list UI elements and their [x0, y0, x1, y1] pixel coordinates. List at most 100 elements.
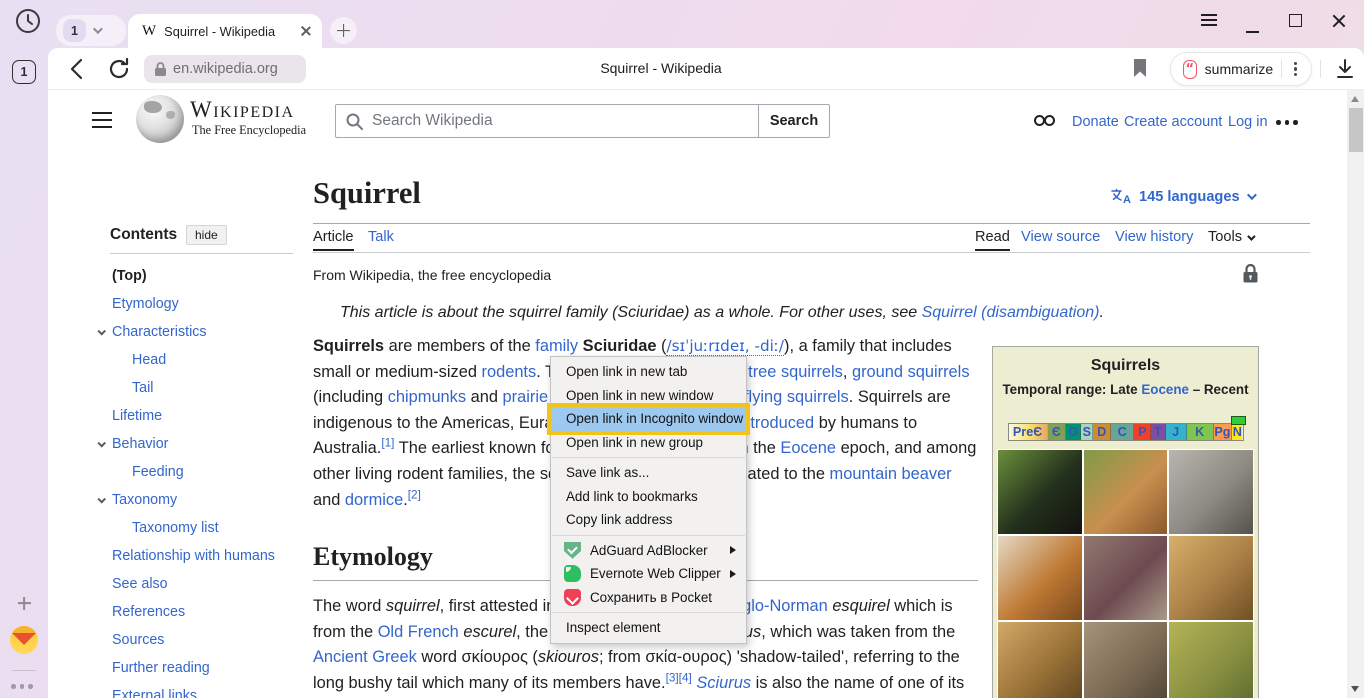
- active-tab[interactable]: W Squirrel - Wikipedia: [128, 14, 322, 48]
- photo-golden-ground-squirrel[interactable]: [1169, 536, 1253, 620]
- timeline-permian[interactable]: P: [1134, 424, 1151, 440]
- photo-marmots[interactable]: [1084, 622, 1168, 698]
- toc-item-head[interactable]: Head: [90, 346, 320, 374]
- tab-read[interactable]: Read: [975, 229, 1010, 245]
- toc-item-see-also[interactable]: See also: [90, 570, 320, 598]
- tab-tools[interactable]: Tools: [1208, 229, 1253, 245]
- site-subtitle: From Wikipedia, the free encyclopedia: [313, 267, 551, 283]
- wiki-menu-icon[interactable]: [92, 112, 112, 133]
- timeline-neogene[interactable]: N: [1232, 424, 1242, 440]
- timeline-precambrian[interactable]: PreЄ: [1009, 424, 1048, 440]
- toc-item-references[interactable]: References: [90, 598, 320, 626]
- photo-ground-squirrel[interactable]: [1084, 536, 1168, 620]
- timeline-triassic[interactable]: T: [1151, 424, 1165, 440]
- photo-standing-ground-squirrels[interactable]: [998, 622, 1082, 698]
- toc-item-top[interactable]: (Top): [90, 262, 320, 290]
- menu-item-open-new-window[interactable]: Open link in new window: [551, 384, 746, 408]
- chevron-down-icon: [1247, 229, 1253, 245]
- donate-link[interactable]: Donate: [1072, 114, 1119, 130]
- yandex-mail-icon[interactable]: [10, 626, 38, 654]
- rail-tab-count-badge[interactable]: 1: [12, 60, 36, 84]
- toc-item-characteristics[interactable]: Characteristics: [90, 318, 320, 346]
- tab-close-icon[interactable]: [300, 25, 312, 37]
- toc-item-further-reading[interactable]: Further reading: [90, 654, 320, 682]
- toc-item-relationship-with-humans[interactable]: Relationship with humans: [90, 542, 320, 570]
- summarize-chip[interactable]: “ summarize: [1170, 52, 1312, 86]
- header-more-icon[interactable]: [1276, 120, 1298, 125]
- menu-item-save-link-as[interactable]: Save link as...: [551, 461, 746, 485]
- photo-chipmunk[interactable]: [1084, 450, 1168, 534]
- menu-item-open-new-group[interactable]: Open link in new group: [551, 431, 746, 455]
- menu-item-add-link-to-bookmarks[interactable]: Add link to bookmarks: [551, 485, 746, 509]
- menu-item-open-new-tab[interactable]: Open link in new tab: [551, 360, 746, 384]
- toc-hide-button[interactable]: hide: [186, 225, 227, 245]
- search-input[interactable]: [335, 104, 758, 138]
- rail-more-icon[interactable]: [11, 684, 33, 689]
- close-window-button[interactable]: [1331, 11, 1347, 29]
- page-protection-lock-icon[interactable]: [1242, 263, 1259, 284]
- timeline-devonian[interactable]: D: [1093, 424, 1111, 440]
- log-in-link[interactable]: Log in: [1228, 114, 1268, 130]
- chevron-down-icon[interactable]: [93, 24, 103, 34]
- create-account-link[interactable]: Create account: [1124, 114, 1222, 130]
- menu-item-adguard[interactable]: AdGuard AdBlocker: [551, 539, 746, 563]
- url-bar[interactable]: en.wikipedia.org: [144, 55, 306, 83]
- timeline-jurassic[interactable]: J: [1166, 424, 1187, 440]
- tab-view-history[interactable]: View history: [1115, 229, 1193, 245]
- summarize-label: summarize: [1205, 61, 1273, 77]
- tab-talk[interactable]: Talk: [368, 229, 394, 245]
- timeline-cambrian[interactable]: Є: [1048, 424, 1066, 440]
- toc-item-feeding[interactable]: Feeding: [90, 458, 320, 486]
- timeline-paleogene[interactable]: Pg: [1214, 424, 1232, 440]
- scroll-down-icon[interactable]: [1351, 686, 1359, 692]
- back-icon[interactable]: [64, 56, 90, 82]
- timeline-silurian[interactable]: S: [1081, 424, 1093, 440]
- toc-item-tail[interactable]: Tail: [90, 374, 320, 402]
- toc-title: Contents: [110, 226, 177, 244]
- menu-item-evernote-clipper[interactable]: Evernote Web Clipper: [551, 562, 746, 586]
- new-tab-button[interactable]: [330, 17, 357, 44]
- timeline-carboniferous[interactable]: C: [1111, 424, 1134, 440]
- wikipedia-globe-logo[interactable]: [136, 95, 184, 143]
- download-icon[interactable]: [1334, 57, 1356, 81]
- tab-article[interactable]: Article: [313, 229, 354, 245]
- toc-item-sources[interactable]: Sources: [90, 626, 320, 654]
- bookmark-icon[interactable]: [1131, 57, 1151, 79]
- photo-gray-squirrel[interactable]: [1169, 450, 1253, 534]
- toc-item-etymology[interactable]: Etymology: [90, 290, 320, 318]
- toc-item-lifetime[interactable]: Lifetime: [90, 402, 320, 430]
- browser-menu-icon[interactable]: [1201, 11, 1217, 29]
- history-clock-icon[interactable]: [14, 7, 42, 35]
- rail-add-button[interactable]: [11, 590, 37, 616]
- chevron-down-icon[interactable]: [90, 497, 112, 503]
- toc-item-taxonomy[interactable]: Taxonomy: [90, 486, 320, 514]
- photo-prairie-dogs[interactable]: [1169, 622, 1253, 698]
- toc-item-behavior[interactable]: Behavior: [90, 430, 320, 458]
- menu-item-open-incognito-window[interactable]: Open link in Incognito window: [551, 407, 746, 431]
- table-of-contents: (Top) Etymology Characteristics Head Tai…: [90, 262, 320, 698]
- appearance-glasses-icon[interactable]: [1034, 115, 1055, 126]
- page-scrollbar[interactable]: [1347, 90, 1364, 698]
- search-button[interactable]: Search: [758, 104, 830, 138]
- scrollbar-thumb[interactable]: [1349, 108, 1363, 152]
- scroll-up-icon[interactable]: [1351, 96, 1359, 102]
- timeline-cretaceous[interactable]: K: [1187, 424, 1214, 440]
- toc-item-taxonomy-list[interactable]: Taxonomy list: [90, 514, 320, 542]
- toc-item-external-links[interactable]: External links: [90, 682, 320, 698]
- tab-group-chip[interactable]: 1: [56, 15, 126, 46]
- timeline-ordovician[interactable]: O: [1066, 424, 1081, 440]
- chevron-down-icon[interactable]: [90, 329, 112, 335]
- chevron-down-icon[interactable]: [90, 441, 112, 447]
- wikipedia-wordmark[interactable]: Wikipedia: [190, 97, 295, 123]
- photo-black-giant-squirrel[interactable]: [998, 450, 1082, 534]
- language-selector[interactable]: A 145 languages: [1110, 188, 1254, 205]
- tab-view-source[interactable]: View source: [1021, 229, 1100, 245]
- chevron-down-icon[interactable]: [1247, 190, 1257, 200]
- maximize-button[interactable]: [1289, 11, 1302, 27]
- menu-item-save-to-pocket[interactable]: Сохранить в Pocket: [551, 586, 746, 610]
- reload-icon[interactable]: [106, 56, 132, 82]
- menu-item-copy-link-address[interactable]: Copy link address: [551, 508, 746, 532]
- photo-fox-squirrel[interactable]: [998, 536, 1082, 620]
- kebab-menu-icon[interactable]: [1290, 58, 1301, 81]
- menu-item-inspect-element[interactable]: Inspect element: [551, 616, 746, 640]
